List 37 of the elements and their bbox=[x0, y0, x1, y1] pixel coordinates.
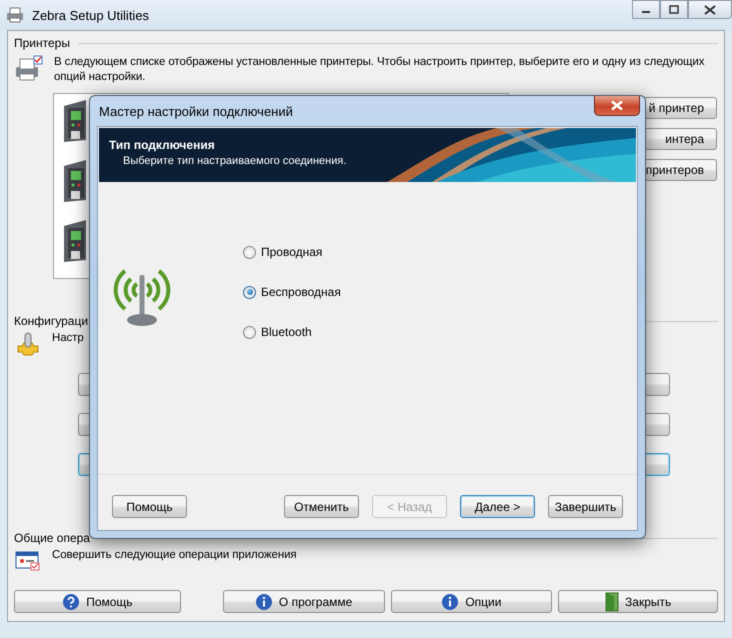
section-title: Принтеры bbox=[14, 36, 70, 50]
info-icon bbox=[441, 592, 460, 610]
radio-option[interactable]: Беспроводная bbox=[243, 285, 341, 299]
bottom-button[interactable]: Закрыть bbox=[558, 590, 718, 613]
close-button[interactable] bbox=[688, 0, 732, 19]
dialog-title: Мастер настройки подключений bbox=[98, 104, 293, 118]
section-title: Конфигураци bbox=[14, 314, 88, 328]
wizard-heading: Тип подключения bbox=[109, 138, 216, 152]
info-icon bbox=[254, 592, 273, 610]
section-description: В следующем списке отображены установленные принтеры. Чтобы настроить принтер, выберите его и одну из следующих опций настройки. bbox=[54, 55, 706, 85]
dialog-button[interactable]: Отменить bbox=[284, 495, 359, 518]
section-title: Общие опера bbox=[14, 531, 90, 545]
dialog-button[interactable]: Завершить bbox=[548, 495, 623, 518]
dialog-button[interactable]: Помощь bbox=[112, 495, 187, 518]
bottom-button[interactable]: Опции bbox=[390, 590, 552, 613]
close-icon bbox=[704, 4, 716, 14]
radio-button[interactable] bbox=[243, 286, 256, 298]
radio-button[interactable] bbox=[243, 326, 256, 338]
radio-button[interactable] bbox=[243, 246, 256, 258]
help-icon bbox=[62, 592, 80, 610]
radio-option[interactable]: Проводная bbox=[243, 245, 341, 259]
radio-option[interactable]: Bluetooth bbox=[243, 325, 341, 339]
door-icon bbox=[605, 592, 620, 612]
maximize-icon bbox=[669, 5, 679, 14]
wizard-subheading: Выберите тип настраиваемого соединения. bbox=[122, 155, 348, 167]
window-title: Zebra Setup Utilities bbox=[32, 8, 150, 22]
section-description: Совершить следующие операции приложения bbox=[52, 548, 297, 563]
section-description: Настр bbox=[52, 331, 84, 346]
printer-icon bbox=[14, 55, 44, 83]
bottom-button[interactable]: О программе bbox=[222, 590, 384, 613]
minimize-button[interactable] bbox=[632, 0, 660, 19]
bottom-button[interactable]: Помощь bbox=[14, 590, 181, 613]
dialog-button[interactable]: Далее > bbox=[460, 495, 535, 518]
printer-icon bbox=[6, 7, 24, 23]
close-icon bbox=[610, 100, 624, 111]
close-button[interactable] bbox=[594, 96, 640, 116]
maximize-button[interactable] bbox=[660, 0, 688, 19]
